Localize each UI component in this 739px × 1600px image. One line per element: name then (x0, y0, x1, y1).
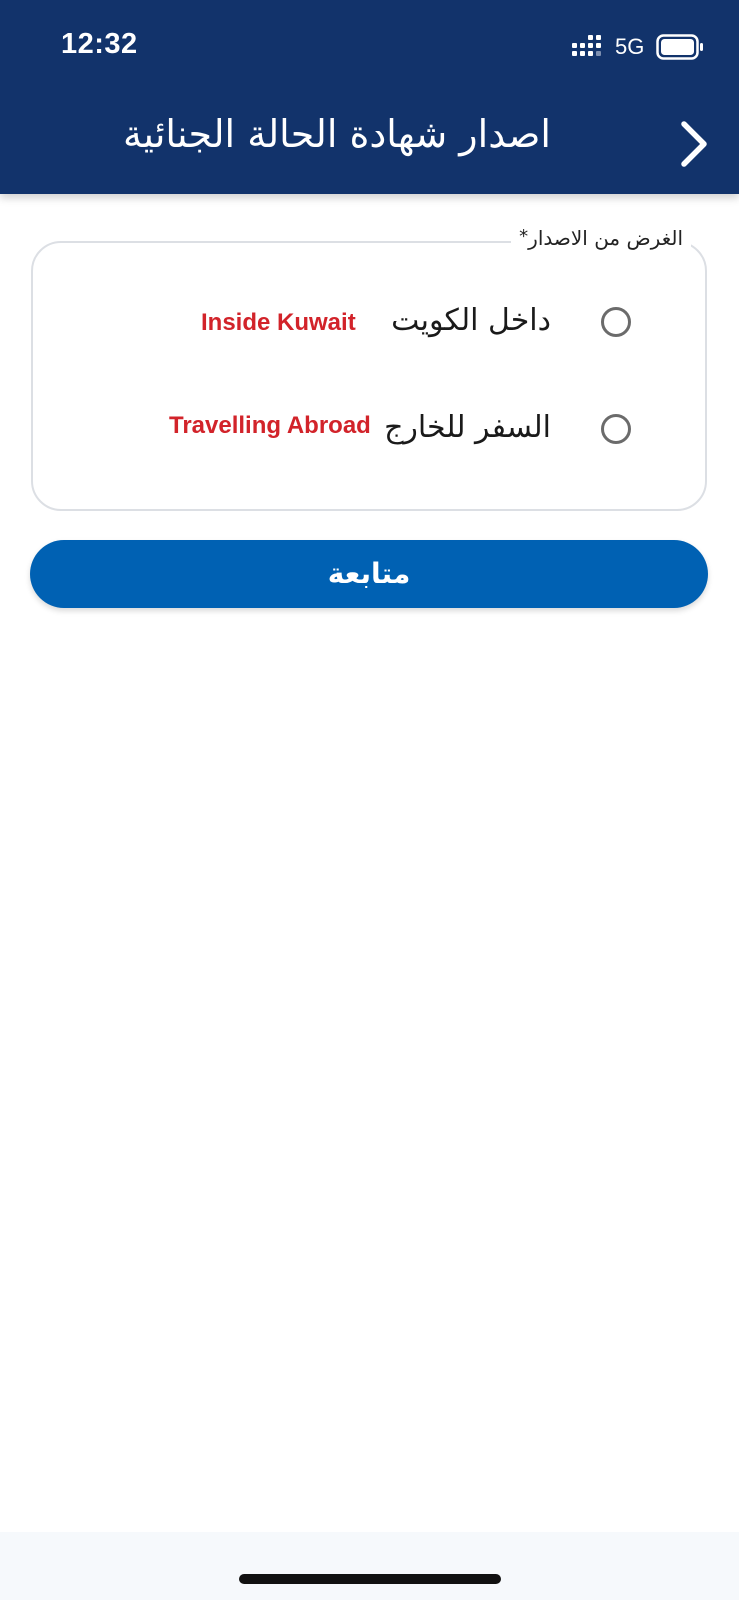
continue-button[interactable]: متابعة (30, 540, 708, 608)
radio-option-travelling-abroad[interactable]: السفر للخارج Travelling Abroad (31, 394, 707, 464)
app-header: 12:32 5G اصدار شهادة الحالة الجنائية (0, 0, 739, 194)
screen: 12:32 5G اصدار شهادة الحالة الجنائية الغ… (0, 0, 739, 1600)
purpose-fieldset (31, 241, 707, 511)
network-label: 5G (615, 34, 645, 59)
purpose-legend: الغرض من الاصدار* (511, 226, 691, 250)
annotation-inside-kuwait: Inside Kuwait (201, 309, 356, 336)
signal-icon (572, 35, 601, 56)
required-mark: * (519, 226, 529, 247)
chevron-right-icon (681, 121, 707, 167)
option-label-inside-kuwait: داخل الكويت (391, 303, 551, 338)
radio-button-inside-kuwait[interactable] (601, 307, 631, 337)
back-button[interactable] (672, 114, 722, 174)
annotation-travelling-abroad: Travelling Abroad (169, 412, 371, 439)
radio-option-inside-kuwait[interactable]: داخل الكويت Inside Kuwait (31, 287, 707, 357)
page-title: اصدار شهادة الحالة الجنائية (122, 112, 551, 156)
purpose-label: الغرض من الاصدار (528, 226, 683, 250)
home-indicator[interactable] (239, 1574, 501, 1584)
option-label-travelling-abroad: السفر للخارج (384, 410, 551, 445)
radio-button-travelling-abroad[interactable] (601, 414, 631, 444)
bottom-bar (0, 1532, 739, 1600)
status-time: 12:32 (61, 28, 138, 60)
battery-icon (656, 34, 703, 60)
